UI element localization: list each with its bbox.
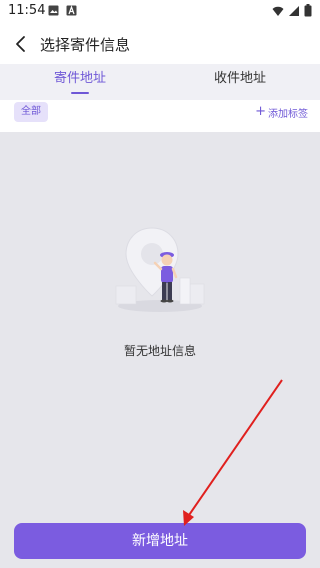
app-header: 选择寄件信息 <box>0 24 320 64</box>
tab-sender-address[interactable]: 寄件地址 <box>0 64 160 100</box>
add-address-button[interactable]: 新增地址 <box>14 523 306 559</box>
back-arrow-icon[interactable] <box>10 32 34 56</box>
add-tag-button[interactable]: + 添加标签 <box>255 104 308 120</box>
plus-icon: + <box>255 104 266 119</box>
page-title: 选择寄件信息 <box>40 36 131 54</box>
tab-receiver-address[interactable]: 收件地址 <box>160 64 320 100</box>
filter-row: 全部 + 添加标签 <box>0 100 320 132</box>
status-time: 11:54 <box>8 3 46 18</box>
wifi-icon <box>272 6 284 16</box>
filter-chip-all[interactable]: 全部 <box>14 102 48 122</box>
signal-icon <box>289 5 299 16</box>
battery-icon <box>304 4 312 17</box>
address-list-area: 暂无地址信息 <box>0 132 320 568</box>
active-tab-indicator <box>71 92 89 94</box>
empty-address-illustration <box>115 227 205 312</box>
a-icon <box>66 5 77 16</box>
image-icon <box>48 5 59 16</box>
status-bar: 11:54 <box>0 0 320 24</box>
empty-state-text: 暂无地址信息 <box>123 344 196 358</box>
add-tag-label: 添加标签 <box>268 108 308 120</box>
address-tabs: 寄件地址 收件地址 <box>0 64 320 100</box>
